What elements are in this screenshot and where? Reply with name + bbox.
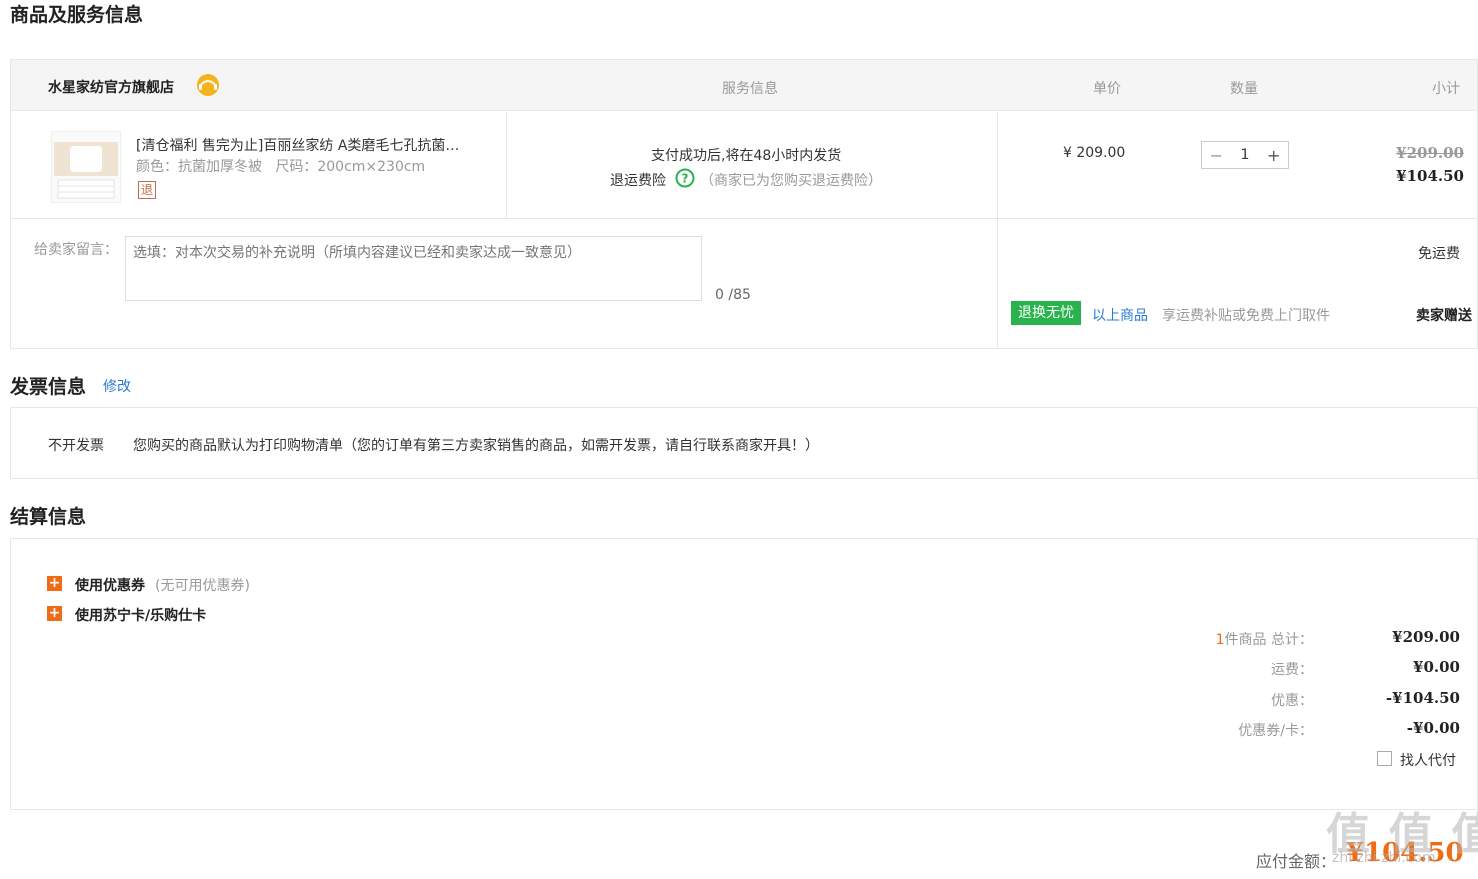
coupon-note: (无可用优惠券): [155, 578, 250, 594]
total-label: 件商品 总计：: [1224, 632, 1313, 648]
pay-for-me-label[interactable]: 找人代付: [1400, 750, 1456, 770]
insurance-label: 退运费险: [610, 173, 666, 189]
header-service: 服务信息: [722, 81, 778, 97]
row-divider: [11, 218, 1477, 219]
item-count: 1: [1215, 632, 1225, 648]
section-title-settlement: 结算信息: [10, 506, 87, 528]
free-shipping: 免运费: [1418, 246, 1460, 262]
expand-coupon-icon[interactable]: +: [47, 576, 62, 591]
invoice-desc: 您购买的商品默认为打印购物清单（您的订单有第三方卖家销售的商品，如需开发票，请自…: [133, 438, 819, 454]
plus-button[interactable]: +: [1259, 146, 1288, 165]
total-label-wrap: 1件商品 总计：: [1163, 629, 1313, 649]
invoice-edit-link[interactable]: 修改: [103, 376, 131, 396]
return-badge: 退: [138, 181, 156, 199]
message-label: 给卖家留言：: [34, 242, 118, 258]
divider: [997, 112, 998, 348]
svg-text:?: ?: [682, 172, 689, 186]
product-attrs: 颜色：抗菌加厚冬被 尺码：200cm×230cm: [136, 159, 426, 175]
total-value: ¥209.00: [1392, 628, 1460, 646]
discount-value: -¥104.50: [1385, 689, 1460, 707]
customer-service-icon[interactable]: [195, 72, 221, 98]
delivery-info: 支付成功后,将在48小时内发货: [651, 148, 842, 164]
seller-gift: 卖家赠送: [1416, 308, 1472, 324]
final-price: ¥104.50: [1396, 167, 1464, 185]
pay-for-me-checkbox[interactable]: [1377, 751, 1392, 766]
product-name[interactable]: [清仓福利 售完为止]百丽丝家纺 A类磨毛七孔抗菌…: [136, 135, 486, 155]
header-qty: 数量: [1230, 81, 1258, 97]
message-counter: 0 /85: [715, 287, 751, 303]
shop-name[interactable]: 水星家纺官方旗舰店: [48, 77, 174, 97]
section-title-product-service: 商品及服务信息: [10, 4, 144, 26]
product-thumbnail[interactable]: [51, 131, 121, 203]
watermark-site: zhi zhi zhi.com: [1332, 850, 1436, 866]
use-card-label[interactable]: 使用苏宁卡/乐购仕卡: [75, 605, 206, 625]
header-subtotal: 小计: [1432, 81, 1460, 97]
divider: [506, 112, 507, 218]
section-title-invoice: 发票信息: [10, 376, 87, 398]
quantity-value[interactable]: 1: [1231, 147, 1260, 163]
discount-label: 优惠：: [1271, 693, 1313, 709]
freight-value: ¥0.00: [1413, 658, 1460, 676]
coupon-card-value: -¥0.00: [1406, 719, 1460, 737]
payable-label: 应付金额：: [1256, 852, 1337, 871]
expand-card-icon[interactable]: +: [47, 606, 62, 621]
worry-free-return-badge: 退换无忧: [1011, 301, 1081, 325]
use-coupon-label[interactable]: 使用优惠券: [75, 575, 145, 595]
shipping-desc: 享运费补贴或免费上门取件: [1162, 308, 1330, 324]
header-price: 单价: [1093, 81, 1121, 97]
help-icon[interactable]: ?: [675, 168, 695, 188]
invoice-type: 不开发票: [48, 438, 104, 454]
freight-label: 运费：: [1271, 662, 1313, 678]
coupon-card-label: 优惠券/卡：: [1238, 723, 1313, 739]
quantity-stepper: − 1 +: [1201, 141, 1289, 169]
original-price: ¥209.00: [1396, 144, 1464, 162]
unit-price: ¥ 209.00: [1063, 145, 1126, 161]
message-input[interactable]: [125, 236, 702, 301]
above-products-link[interactable]: 以上商品: [1092, 305, 1148, 325]
insurance-note: （商家已为您购买退运费险）: [700, 173, 882, 189]
minus-button[interactable]: −: [1202, 146, 1231, 165]
